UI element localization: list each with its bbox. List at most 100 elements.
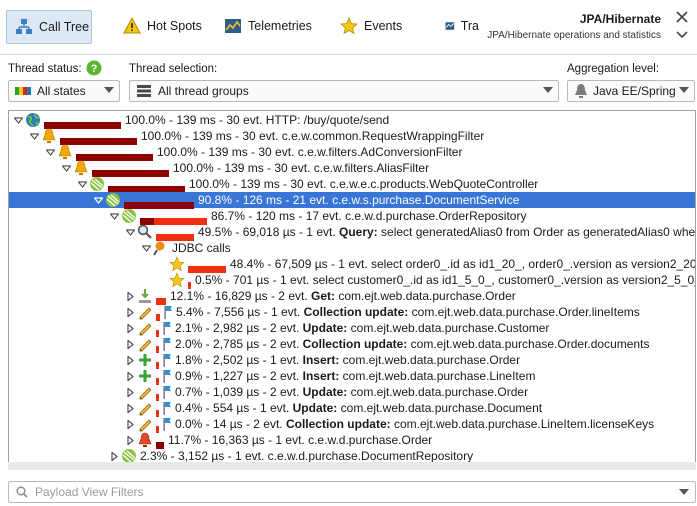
thread-selection-select[interactable]: All thread groups: [129, 80, 559, 102]
expand-toggle-icon[interactable]: [125, 416, 135, 432]
tab-tracker-label: Tra: [460, 19, 479, 33]
bell-icon: [58, 144, 72, 159]
percentage-bar: [156, 373, 159, 385]
chevron-down-icon: [543, 87, 553, 93]
tab-telemetries-label: Telemetries: [248, 19, 312, 33]
pencil-icon: [139, 403, 152, 416]
tree-node-operation: Query:: [339, 225, 378, 239]
bell-red-icon: [138, 432, 152, 447]
call-tree-view[interactable]: 100.0% - 139 ms - 30 evt. HTTP: /buy/quo…: [8, 110, 696, 470]
expand-toggle-icon[interactable]: [125, 320, 135, 336]
tree-node[interactable]: 0.7% - 1,039 µs - 2 evt. Update: com.ejt…: [9, 384, 528, 401]
expand-toggle-icon[interactable]: [125, 352, 135, 368]
expand-toggle-icon[interactable]: [125, 288, 135, 304]
expand-toggle-icon[interactable]: [125, 336, 135, 352]
tree-node[interactable]: 5.4% - 7,556 µs - 1 evt. Collection upda…: [9, 304, 640, 321]
collapse-toggle-icon[interactable]: [125, 224, 135, 240]
tree-node[interactable]: 100.0% - 139 ms - 30 evt. c.e.w.e.c.prod…: [9, 176, 538, 193]
payload-filter-input[interactable]: [33, 484, 637, 500]
pencil-icon: [139, 339, 152, 352]
tab-hot-spots[interactable]: Hot Spots: [123, 10, 202, 42]
tree-node-operation: Insert:: [302, 369, 340, 383]
help-icon[interactable]: ?: [86, 60, 102, 76]
tree-node[interactable]: 0.9% - 1,227 µs - 2 evt. Insert: com.ejt…: [9, 368, 535, 385]
tree-node-label: 86.7% - 120 ms - 17 evt. c.e.w.d.purchas…: [211, 209, 527, 223]
tree-node-stats: 0.9% - 1,227 µs - 2 evt.: [175, 369, 303, 383]
percentage-bar: [156, 341, 159, 353]
probe-header: JPA/Hibernate JPA/Hibernate operations a…: [487, 12, 661, 41]
warning-icon: [123, 17, 141, 34]
tree-node[interactable]: 0.0% - 14 µs - 2 evt. Collection update:…: [9, 416, 654, 433]
collapse-toggle-icon[interactable]: [29, 128, 39, 144]
tab-events[interactable]: Events: [340, 10, 402, 42]
tree-node[interactable]: 100.0% - 139 ms - 30 evt. c.e.w.filters.…: [9, 160, 429, 177]
expand-toggle-icon[interactable]: [125, 384, 135, 400]
collapse-toggle-icon[interactable]: [93, 192, 103, 208]
tree-node[interactable]: 48.4% - 67,509 µs - 1 evt. select order0…: [9, 256, 695, 273]
pencil-icon: [139, 387, 152, 400]
collapse-toggle-icon[interactable]: [77, 176, 87, 192]
collapse-toggle-icon[interactable]: [45, 144, 55, 160]
tree-node-detail: com.ejt.web.data.purchase.Order.document…: [407, 337, 650, 351]
aggregation-level-select[interactable]: Java EE/Spring: [567, 80, 695, 102]
magnifier-icon: [137, 224, 152, 239]
tab-events-label: Events: [364, 19, 403, 33]
expand-toggle-icon[interactable]: [125, 432, 135, 448]
tree-node-detail: com.ejt.web.data.purchase.LineItem.licen…: [390, 417, 655, 431]
tab-telemetries[interactable]: Telemetries: [224, 10, 312, 42]
tree-node-stats: 0.0% - 14 µs - 2 evt.: [175, 417, 286, 431]
star-icon: [169, 256, 185, 272]
chevron-down-icon[interactable]: [679, 489, 689, 495]
tree-node[interactable]: 0.5% - 701 µs - 1 evt. select customer0_…: [9, 272, 695, 289]
expand-toggle-icon[interactable]: [125, 368, 135, 384]
leaf-icon: [122, 209, 136, 223]
tree-node-label: 2.1% - 2,982 µs - 2 evt. Update: com.ejt…: [175, 320, 549, 336]
tree-node-stats: 0.4% - 554 µs - 1 evt.: [175, 401, 293, 415]
tab-call-tree[interactable]: Call Tree: [6, 10, 92, 44]
percentage-bar: [156, 421, 159, 433]
tree-node[interactable]: 1.8% - 2,502 µs - 1 evt. Insert: com.ejt…: [9, 352, 520, 369]
percentage-bar: [156, 405, 159, 417]
tree-node[interactable]: 2.1% - 2,982 µs - 2 evt. Update: com.ejt…: [9, 320, 549, 337]
tree-node[interactable]: 100.0% - 139 ms - 30 evt. HTTP: /buy/quo…: [9, 112, 390, 129]
tree-node-label: 0.0% - 14 µs - 2 evt. Collection update:…: [175, 416, 654, 432]
payload-view-filter[interactable]: [8, 481, 696, 503]
tree-node-detail: com.ejt.web.data.purchase.Order: [347, 385, 529, 399]
collapse-toggle-icon[interactable]: [141, 240, 151, 256]
tree-node[interactable]: 11.7% - 16,363 µs - 1 evt. c.e.w.d.purch…: [9, 432, 432, 449]
flag-icon: [163, 418, 171, 431]
tree-node[interactable]: 86.7% - 120 ms - 17 evt. c.e.w.d.purchas…: [9, 208, 527, 225]
tree-node[interactable]: 49.5% - 69,018 µs - 1 evt. Query: select…: [9, 224, 695, 241]
expand-toggle-icon[interactable]: [125, 400, 135, 416]
thread-status-select[interactable]: All states: [8, 80, 120, 102]
pencil-icon: [139, 419, 152, 432]
expand-toggle-icon[interactable]: [125, 304, 135, 320]
tree-node[interactable]: 100.0% - 139 ms - 30 evt. c.e.w.filters.…: [9, 144, 463, 161]
leaf-icon: [90, 177, 104, 191]
tab-call-tree-label: Call Tree: [39, 20, 90, 34]
percentage-bar: [156, 437, 164, 449]
chevron-down-icon[interactable]: [675, 28, 689, 42]
tree-node[interactable]: 12.1% - 16,829 µs - 2 evt. Get: com.ejt.…: [9, 288, 516, 305]
collapse-toggle-icon[interactable]: [109, 208, 119, 224]
tree-node-label: 100.0% - 139 ms - 30 evt. c.e.w.filters.…: [157, 145, 463, 159]
plus-icon: [139, 354, 151, 366]
close-icon[interactable]: [675, 10, 689, 24]
collapse-toggle-icon[interactable]: [61, 160, 71, 176]
tree-node[interactable]: 90.8% - 126 ms - 21 evt. c.e.w.s.purchas…: [9, 192, 695, 209]
thread-status-value: All states: [37, 84, 86, 98]
percentage-bar: [156, 325, 159, 337]
collapse-toggle-icon[interactable]: [13, 112, 23, 128]
horizontal-scrollbar[interactable]: [8, 462, 696, 470]
tree-node[interactable]: 100.0% - 139 ms - 30 evt. c.e.w.common.R…: [9, 128, 484, 145]
tree-node-label: 0.7% - 1,039 µs - 2 evt. Update: com.ejt…: [175, 384, 528, 400]
tab-tracker[interactable]: Tra: [445, 10, 479, 42]
percentage-bar: [108, 181, 185, 193]
tree-node-label: 100.0% - 139 ms - 30 evt. HTTP: /buy/quo…: [125, 113, 390, 127]
tree-node[interactable]: 2.0% - 2,785 µs - 2 evt. Collection upda…: [9, 336, 650, 353]
tree-node[interactable]: JDBC calls: [9, 240, 231, 256]
thread-groups-icon: [137, 85, 151, 97]
tree-node[interactable]: 0.4% - 554 µs - 1 evt. Update: com.ejt.w…: [9, 400, 542, 417]
tab-hot-spots-label: Hot Spots: [147, 19, 202, 33]
